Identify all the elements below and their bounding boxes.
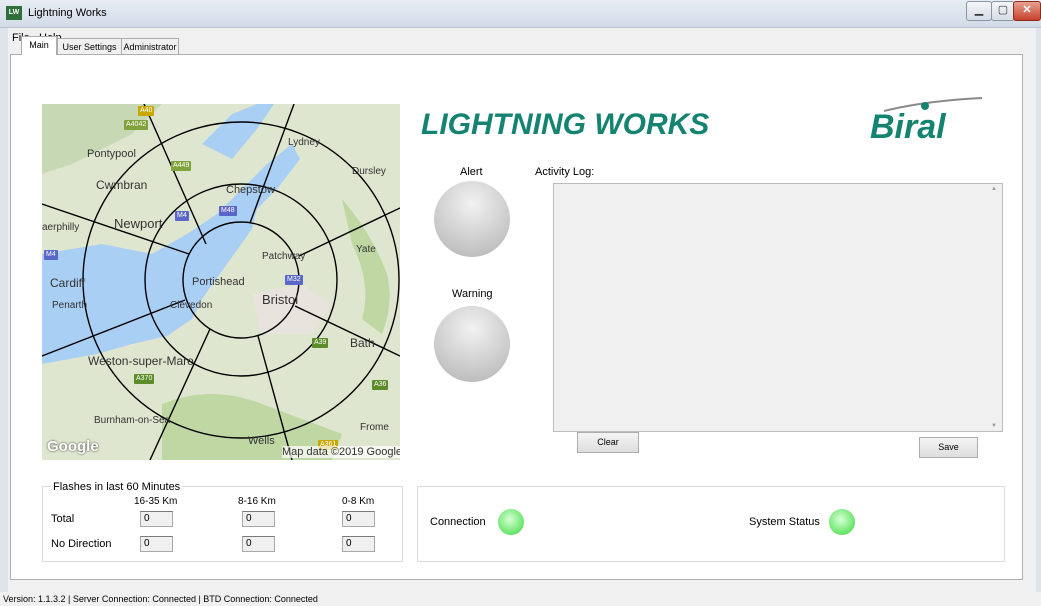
place-burnham: Burnham-on-Sea: [94, 415, 171, 426]
river-wye: [202, 104, 274, 159]
total-0-8-field: 0: [342, 511, 375, 527]
place-caerphilly: aerphilly: [42, 222, 80, 233]
connection-label: Connection: [430, 516, 486, 528]
place-dursley: Dursley: [352, 166, 386, 177]
flashes-title: Flashes in last 60 Minutes: [51, 481, 183, 493]
close-button[interactable]: ✕: [1013, 1, 1041, 21]
maximize-icon: ▢: [997, 4, 1009, 16]
nodir-16-35-field: 0: [140, 536, 173, 552]
activity-log[interactable]: ▲ ▼: [553, 183, 1003, 432]
road-m48: M48: [219, 206, 237, 216]
biral-logo-swoosh: [884, 97, 983, 112]
place-weston: Weston-super-Mare: [88, 354, 194, 368]
total-16-35-field: 0: [140, 511, 173, 527]
alert-label: Alert: [460, 166, 483, 178]
col-0-8km: 0-8 Km: [342, 496, 375, 507]
place-patchway: Patchway: [262, 251, 306, 262]
tab-user-settings[interactable]: User Settings: [57, 38, 122, 55]
place-wells: Wells: [248, 435, 275, 447]
tab-administrator[interactable]: Administrator: [121, 38, 179, 55]
system-status-indicator: [829, 509, 855, 535]
minimize-icon: ▁: [974, 4, 984, 16]
scroll-down-arrow-icon[interactable]: ▼: [991, 423, 997, 429]
road-a39: A39: [312, 338, 329, 348]
alert-indicator: [434, 181, 510, 257]
title-bar: LW Lightning Works ▁ ▢ ✕: [0, 0, 1041, 28]
place-yate: Yate: [356, 244, 376, 255]
place-newport: Newport: [114, 216, 163, 231]
road-m32: M32: [285, 275, 303, 285]
place-lydney: Lydney: [288, 137, 320, 148]
flashes-minutes: 60 Minutes: [126, 481, 181, 493]
place-chepstow: Chepstow: [226, 184, 275, 196]
maximize-button[interactable]: ▢: [991, 1, 1015, 21]
place-cwmbran: Cwmbran: [96, 178, 148, 192]
warning-indicator: [434, 306, 510, 382]
system-status-label: System Status: [749, 516, 820, 528]
road-m4-left: M4: [44, 250, 58, 260]
nodir-8-16-field: 0: [242, 536, 275, 552]
scroll-up-arrow-icon[interactable]: ▲: [991, 186, 997, 192]
lightning-map[interactable]: Pontypool Cwmbran Newport aerphilly Card…: [42, 104, 400, 460]
close-icon: ✕: [1022, 4, 1032, 16]
road-a4042: A4042: [124, 120, 149, 130]
road-m4-center: M4: [175, 211, 189, 221]
place-bristol: Bristol: [262, 292, 299, 307]
place-frome: Frome: [360, 422, 389, 433]
activity-log-label: Activity Log:: [535, 166, 595, 178]
road-a449: A449: [171, 161, 192, 171]
place-clevedon: Clevedon: [170, 300, 213, 311]
tab-main[interactable]: Main: [21, 36, 57, 55]
place-bath: Bath: [350, 336, 375, 350]
nodir-0-8-field: 0: [342, 536, 375, 552]
cotswolds-green: [342, 199, 390, 334]
road-a40: A40: [138, 106, 155, 116]
place-cardiff: Cardiff: [50, 276, 86, 290]
app-logo-title: LIGHTNING WORKS: [421, 108, 710, 141]
save-button[interactable]: Save: [919, 437, 978, 458]
place-portishead: Portishead: [192, 276, 245, 288]
warning-label: Warning: [452, 288, 493, 300]
road-a36: A36: [372, 380, 389, 390]
app-icon: LW: [6, 6, 22, 20]
map-attribution: Map data ©2019 Google: [282, 446, 400, 458]
connection-indicator: [498, 509, 524, 535]
col-16-35km: 16-35 Km: [134, 496, 178, 507]
col-8-16km: 8-16 Km: [238, 496, 276, 507]
row-label-total: Total: [51, 513, 75, 525]
activity-log-scrollbar[interactable]: ▲ ▼: [987, 184, 1002, 431]
status-bar: Version: 1.1.3.2 | Server Connection: Co…: [0, 592, 1041, 606]
place-penarth: Penarth: [52, 300, 88, 311]
clear-button[interactable]: Clear: [577, 432, 639, 453]
google-logo: Google: [47, 438, 99, 455]
row-label-no-direction: No Direction: [51, 538, 112, 550]
status-bar-text: Version: 1.1.3.2 | Server Connection: Co…: [3, 594, 318, 604]
minimize-button[interactable]: ▁: [966, 1, 992, 21]
total-8-16-field: 0: [242, 511, 275, 527]
road-a370: A370: [134, 374, 155, 384]
place-pontypool: Pontypool: [87, 148, 136, 160]
window-title: Lightning Works: [28, 7, 107, 19]
